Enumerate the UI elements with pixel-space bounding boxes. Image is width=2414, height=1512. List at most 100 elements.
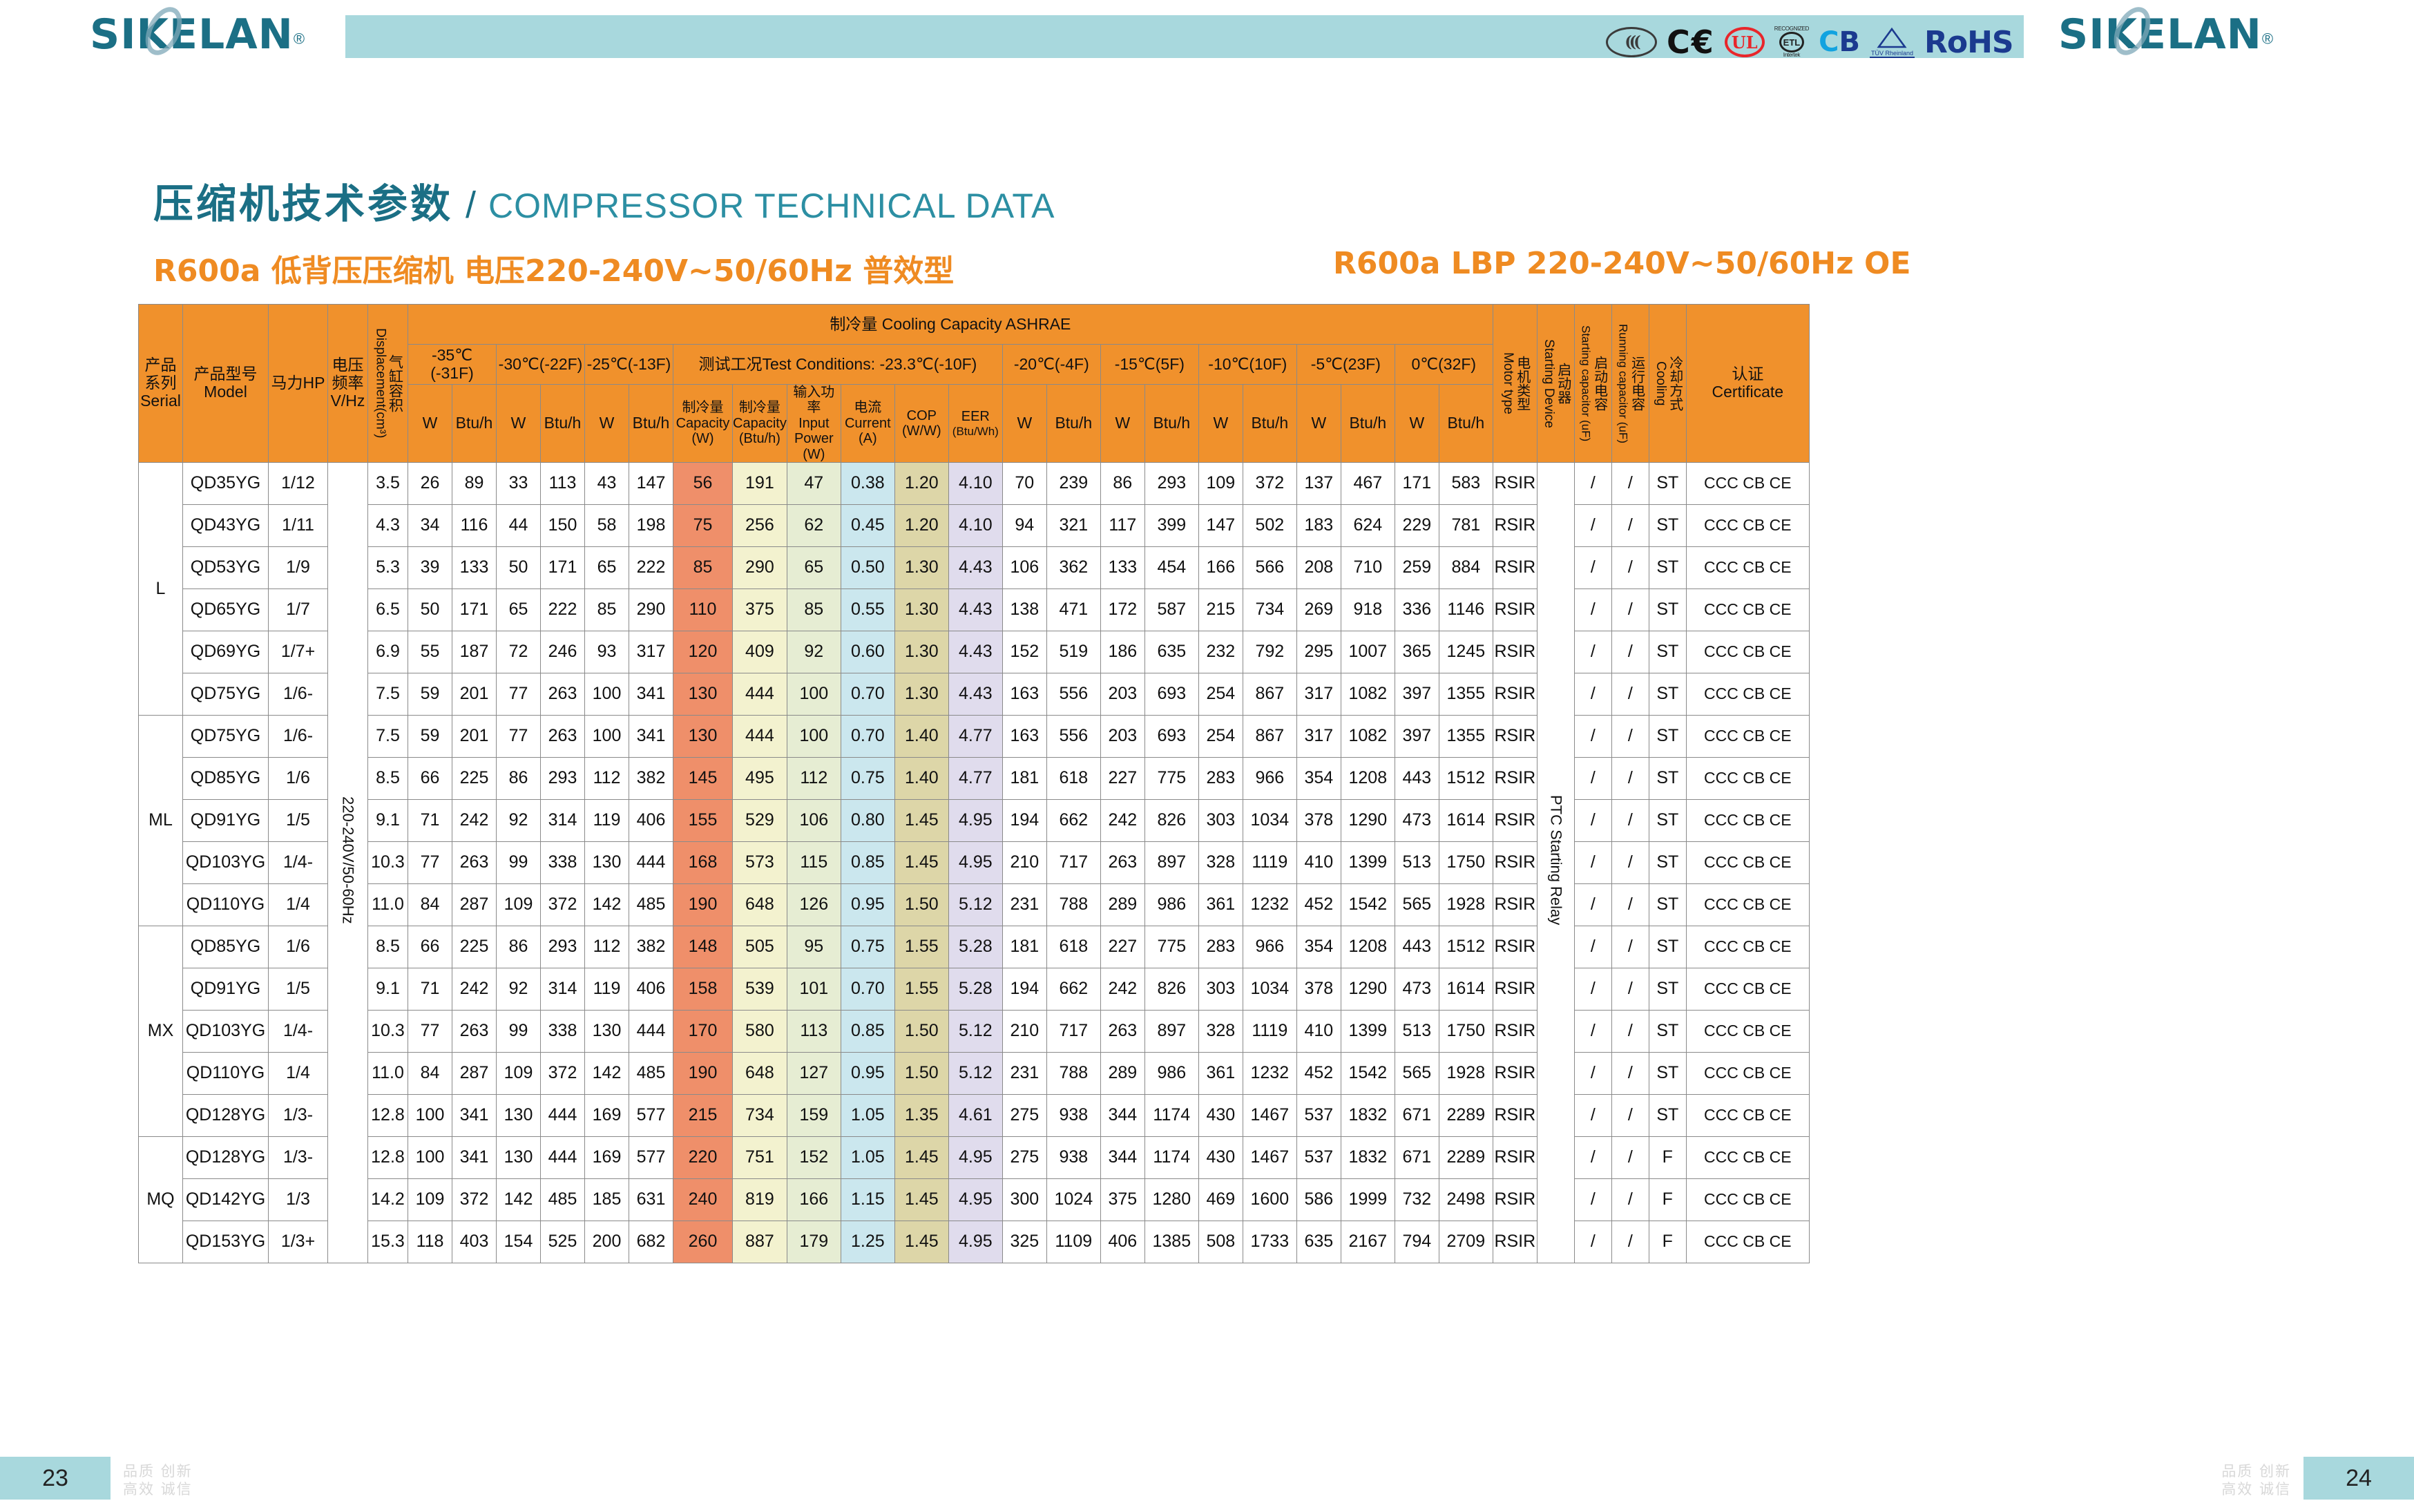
page-number-right: 24 — [2303, 1457, 2414, 1500]
cell-capw: 190 — [673, 1051, 733, 1095]
th-current-en: Current — [844, 415, 891, 431]
cell-t25w: 200 — [584, 1220, 629, 1263]
cell-t25b: 147 — [629, 461, 673, 505]
voltage-cell: 220-240V/50-60Hz — [327, 461, 368, 1263]
th-capacity-btu-cn: 制冷量 — [738, 400, 780, 416]
cell-t15b: 693 — [1144, 672, 1199, 716]
motor-cell: RSIR — [1492, 714, 1538, 758]
cell-t30w: 44 — [496, 504, 541, 547]
cell-t0w: 397 — [1394, 714, 1439, 758]
logo-text-right: SIKELAN — [2058, 10, 2262, 59]
cell-t0w: 336 — [1394, 588, 1439, 631]
cell-power: 95 — [786, 925, 841, 968]
cell-t20b: 788 — [1046, 883, 1101, 926]
cell-t0b: 2289 — [1438, 1093, 1493, 1137]
cell-t0w: 443 — [1394, 925, 1439, 968]
cell-t15b: 587 — [1144, 588, 1199, 631]
cell-t20w: 325 — [1002, 1220, 1047, 1263]
cell-t25w: 112 — [584, 925, 629, 968]
cell-t0b: 1614 — [1438, 798, 1493, 842]
cell-t20b: 662 — [1046, 798, 1101, 842]
th-voltage-cn1: 电压 — [332, 356, 364, 374]
cell-t10b: 867 — [1242, 672, 1297, 716]
cell-t15b: 454 — [1144, 546, 1199, 589]
cooling-cell: ST — [1648, 546, 1687, 589]
logo-registered-icon: ® — [293, 30, 305, 48]
certificate-cell: CCC CB CE — [1685, 925, 1810, 968]
cell-t0b: 1928 — [1438, 883, 1493, 926]
cell-current: 0.75 — [840, 756, 895, 800]
cell-t10b: 1232 — [1242, 1051, 1297, 1095]
cell-t0w: 565 — [1394, 1051, 1439, 1095]
running-capacitor-cell: / — [1611, 883, 1649, 926]
cell-t20b: 662 — [1046, 967, 1101, 1011]
cell-t0b: 2709 — [1438, 1220, 1493, 1263]
cell-t5b: 1208 — [1340, 756, 1395, 800]
cell-power: 166 — [786, 1178, 841, 1221]
certificate-cell: CCC CB CE — [1685, 1136, 1810, 1179]
cell-t35b: 201 — [452, 672, 497, 716]
th-eer-label: EER — [961, 409, 990, 425]
cell-t25b: 382 — [629, 756, 673, 800]
cell-t20w: 181 — [1002, 925, 1047, 968]
starting-capacitor-cell: / — [1573, 756, 1612, 800]
cell-disp: 10.3 — [367, 841, 408, 884]
cell-t15b: 635 — [1144, 630, 1199, 673]
cell-t25b: 382 — [629, 925, 673, 968]
spec-table-wrapper: 产品 系列 Serial 产品型号 Model 马力HP 电压 频率 V/Hz … — [138, 304, 1810, 1263]
cell-t25b: 577 — [629, 1136, 673, 1179]
cell-t0w: 365 — [1394, 630, 1439, 673]
logo-registered-icon-right: ® — [2261, 30, 2274, 48]
model-cell: QD153YG — [182, 1220, 269, 1263]
cell-capb: 751 — [732, 1136, 787, 1179]
cell-disp: 6.9 — [367, 630, 408, 673]
th-power-unit: (W) — [803, 446, 825, 462]
cell-t35b: 403 — [452, 1220, 497, 1263]
logo-right: SIKELAN ® — [2058, 1, 2274, 61]
cell-disp: 9.1 — [367, 967, 408, 1011]
certificate-cell: CCC CB CE — [1685, 1093, 1810, 1137]
cell-t30b: 113 — [540, 461, 585, 505]
cell-t20b: 618 — [1046, 756, 1101, 800]
starting-capacitor-cell: / — [1573, 1220, 1612, 1263]
cell-t30b: 263 — [540, 672, 585, 716]
cell-t15w: 227 — [1100, 925, 1145, 968]
cell-t25b: 444 — [629, 1009, 673, 1053]
running-capacitor-cell: / — [1611, 1178, 1649, 1221]
cell-t5w: 410 — [1296, 1009, 1341, 1053]
cell-t15w: 117 — [1100, 504, 1145, 547]
cooling-cell: ST — [1648, 883, 1687, 926]
th-eer: EER (Btu/Wh) — [948, 384, 1003, 463]
cell-t10w: 361 — [1198, 883, 1243, 926]
cell-t10w: 508 — [1198, 1220, 1243, 1263]
cell-t0w: 732 — [1394, 1178, 1439, 1221]
cell-t5b: 624 — [1340, 504, 1395, 547]
cell-t30b: 372 — [540, 883, 585, 926]
cell-t5b: 1999 — [1340, 1178, 1395, 1221]
cell-t10w: 215 — [1198, 588, 1243, 631]
cell-t25w: 43 — [584, 461, 629, 505]
running-capacitor-cell: / — [1611, 1009, 1649, 1053]
cell-t5b: 1082 — [1340, 672, 1395, 716]
cell-t30b: 314 — [540, 798, 585, 842]
cooling-cell: F — [1648, 1136, 1687, 1179]
cell-t10b: 1600 — [1242, 1178, 1297, 1221]
starting-capacitor-cell: / — [1573, 883, 1612, 926]
cell-t5b: 1832 — [1340, 1093, 1395, 1137]
starting-device-cell: PTC Starting Relay — [1536, 461, 1575, 1263]
cell-t30b: 263 — [540, 714, 585, 758]
th-capacity-btu: 制冷量 Capacity (Btu/h) — [732, 384, 787, 463]
cell-t10b: 372 — [1242, 461, 1297, 505]
cell-eer: 5.12 — [948, 1009, 1003, 1053]
cell-t5w: 452 — [1296, 883, 1341, 926]
cell-power: 106 — [786, 798, 841, 842]
cell-eer: 4.10 — [948, 504, 1003, 547]
starting-capacitor-cell: / — [1573, 967, 1612, 1011]
cell-t20w: 194 — [1002, 798, 1047, 842]
slogan-left-line2: 高效 诚信 — [123, 1480, 193, 1497]
cell-current: 0.70 — [840, 967, 895, 1011]
th-runcap-cn: 运行电容 — [1629, 355, 1645, 411]
cell-t15w: 133 — [1100, 546, 1145, 589]
th-capacity-w-unit: (W) — [691, 431, 714, 447]
starting-capacitor-cell: / — [1573, 798, 1612, 842]
